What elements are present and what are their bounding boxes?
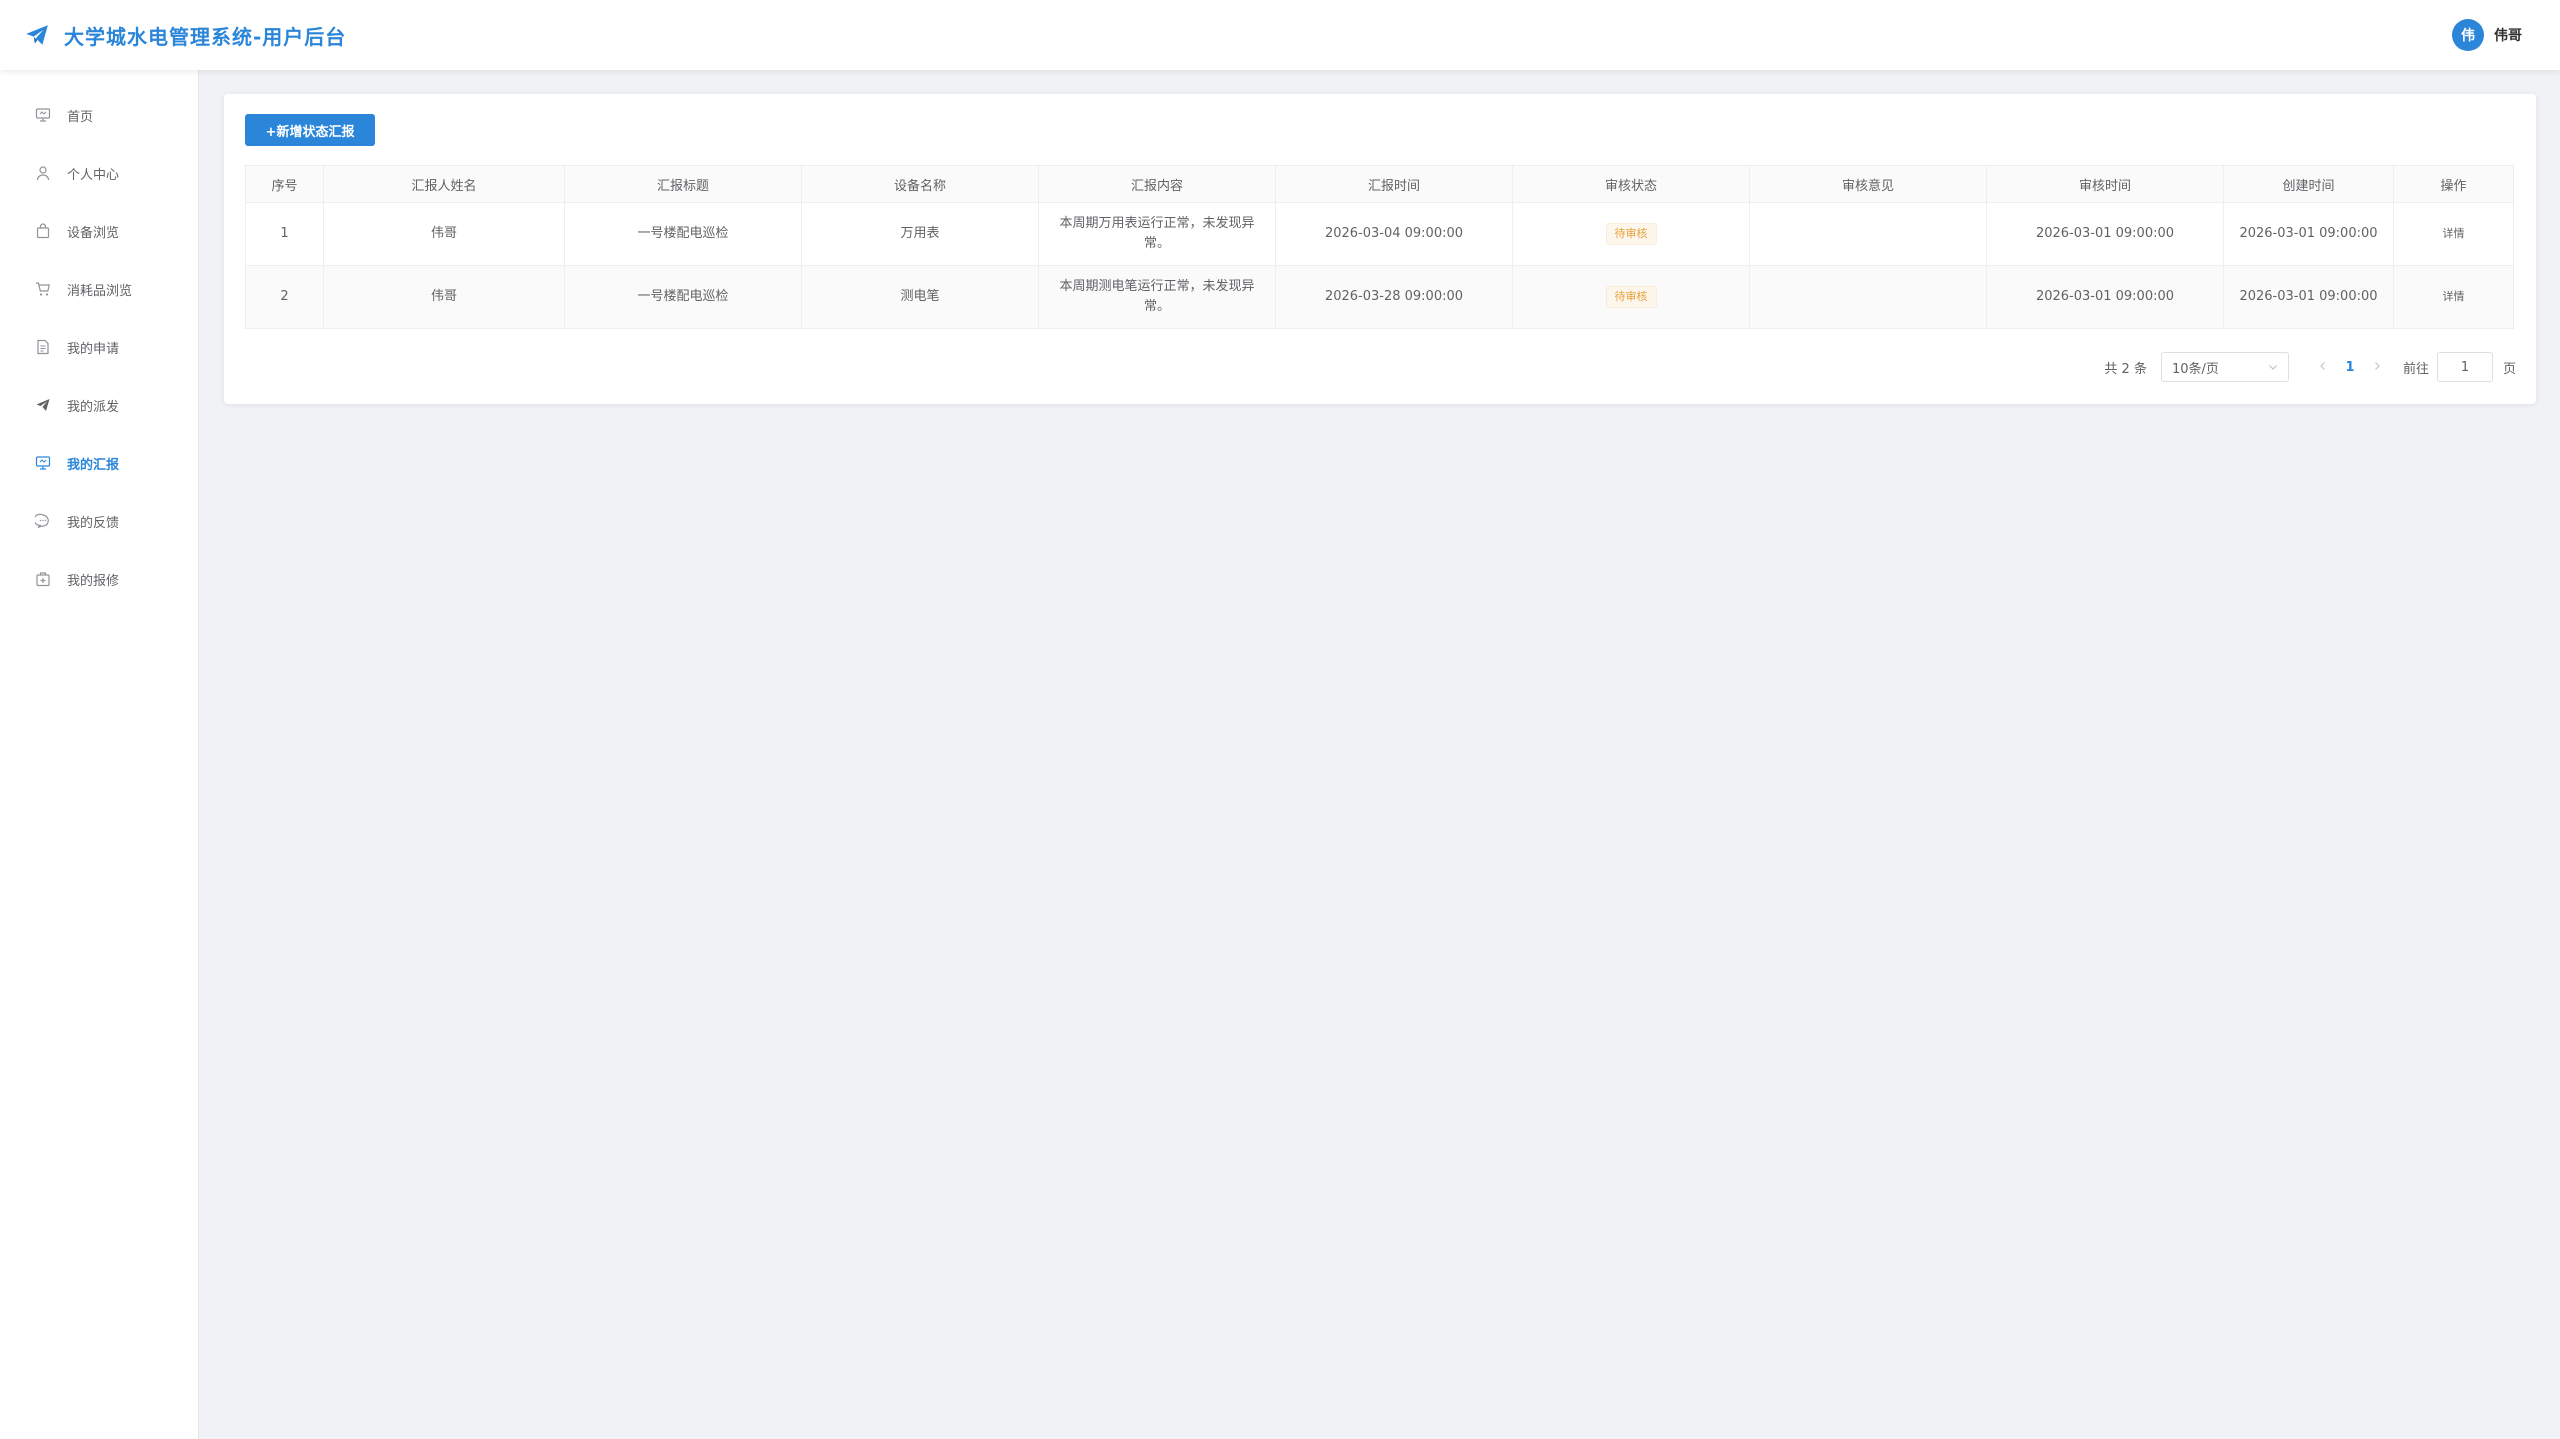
cell-content: 本周期万用表运行正常，未发现异常。: [1038, 202, 1276, 266]
cell-audit-time: 2026-03-01 09:00:00: [1986, 202, 2224, 266]
monitor-icon: [35, 108, 51, 122]
sidebar-item-reports[interactable]: 我的汇报: [0, 440, 199, 486]
cell-report-time: 2026-03-28 09:00:00: [1275, 265, 1513, 329]
page-number-current[interactable]: 1: [2335, 360, 2365, 375]
cell-title: 一号楼配电巡检: [564, 265, 802, 329]
report-table: 序号 汇报人姓名 汇报标题 设备名称 汇报内容 汇报时间 审核状态 审核意见 审…: [245, 165, 2514, 329]
col-header-content: 汇报内容: [1038, 165, 1276, 203]
user-name[interactable]: 伟哥: [2494, 25, 2522, 45]
col-header-status: 审核状态: [1512, 165, 1750, 203]
col-header-reporter: 汇报人姓名: [323, 165, 565, 203]
next-page-button[interactable]: [2365, 360, 2389, 374]
report-icon: [35, 456, 51, 470]
cell-status: 待审核: [1512, 265, 1750, 329]
status-badge: 待审核: [1605, 223, 1657, 245]
sidebar-item-consumables[interactable]: 消耗品浏览: [0, 266, 199, 312]
sidebar-item-dispatch[interactable]: 我的派发: [0, 382, 199, 428]
sidebar-item-feedback[interactable]: 我的反馈: [0, 498, 199, 544]
cell-created-time: 2026-03-01 09:00:00: [2223, 265, 2394, 329]
sidebar-item-label: 个人中心: [67, 168, 120, 183]
goto-page-input[interactable]: [2436, 352, 2493, 382]
col-header-device: 设备名称: [801, 165, 1039, 203]
pagination-total: 共 2 条: [2104, 361, 2147, 377]
col-header-opinion: 审核意见: [1749, 165, 1987, 203]
cell-index: 2: [245, 265, 324, 329]
table-row[interactable]: 2 伟哥 一号楼配电巡检 测电笔 本周期测电笔运行正常，未发现异常。 2026-…: [245, 265, 2514, 329]
cell-device: 万用表: [801, 202, 1039, 266]
goto-unit-label: 页: [2502, 361, 2516, 377]
sidebar-item-devices[interactable]: 设备浏览: [0, 208, 199, 254]
cell-content: 本周期测电笔运行正常，未发现异常。: [1038, 265, 1276, 329]
top-header: 大学城水电管理系统-用户后台 伟 伟哥: [0, 0, 2560, 70]
pagination: 共 2 条 10条/页 1 前往 页: [2104, 352, 2516, 382]
sidebar-item-label: 我的申请: [67, 342, 120, 357]
send-icon: [36, 399, 50, 411]
sidebar-item-label: 设备浏览: [67, 226, 120, 241]
sidebar: 首页 个人中心 设备浏览 消耗品浏览 我的申请 我的派发 我的汇报 我的反馈 我…: [0, 70, 199, 1439]
col-header-created-time: 创建时间: [2223, 165, 2394, 203]
cell-created-time: 2026-03-01 09:00:00: [2223, 202, 2394, 266]
col-header-index: 序号: [245, 165, 324, 203]
cell-report-time: 2026-03-04 09:00:00: [1275, 202, 1513, 266]
sidebar-item-profile[interactable]: 个人中心: [0, 150, 199, 196]
chat-icon: [35, 513, 49, 529]
cell-title: 一号楼配电巡检: [564, 202, 802, 266]
add-report-button[interactable]: +新增状态汇报: [245, 114, 375, 146]
sidebar-item-label: 我的派发: [67, 400, 120, 415]
cell-device: 测电笔: [801, 265, 1039, 329]
col-header-action: 操作: [2393, 165, 2514, 203]
app-title: 大学城水电管理系统-用户后台: [64, 25, 347, 49]
detail-link[interactable]: 详情: [2443, 227, 2465, 240]
col-header-report-time: 汇报时间: [1275, 165, 1513, 203]
goto-label: 前往: [2402, 361, 2429, 377]
cell-opinion: [1749, 202, 1987, 266]
table-row[interactable]: 1 伟哥 一号楼配电巡检 万用表 本周期万用表运行正常，未发现异常。 2026-…: [245, 202, 2514, 266]
chevron-left-icon: [2320, 362, 2325, 370]
sidebar-item-applications[interactable]: 我的申请: [0, 324, 199, 370]
sidebar-item-repairs[interactable]: 我的报修: [0, 556, 199, 602]
page-size-select[interactable]: 10条/页: [2160, 352, 2289, 382]
shopping-bag-icon: [36, 223, 50, 239]
page-size-value: 10条/页: [2171, 361, 2219, 377]
cell-status: 待审核: [1512, 202, 1750, 266]
cell-action: 详情: [2393, 202, 2514, 266]
sidebar-item-label: 我的汇报: [67, 458, 120, 473]
col-header-audit-time: 审核时间: [1986, 165, 2224, 203]
status-badge: 待审核: [1605, 286, 1657, 308]
cell-opinion: [1749, 265, 1987, 329]
paper-plane-icon: [26, 25, 48, 45]
sidebar-item-home[interactable]: 首页: [0, 92, 199, 138]
sidebar-item-label: 我的报修: [67, 574, 120, 589]
report-list-card: +新增状态汇报 序号 汇报人姓名 汇报标题 设备名称 汇报内容 汇报时间 审核状…: [224, 94, 2536, 404]
repair-box-icon: [36, 572, 50, 587]
detail-link[interactable]: 详情: [2443, 290, 2465, 303]
avatar[interactable]: 伟: [2452, 19, 2484, 51]
cart-icon: [36, 282, 51, 296]
cell-action: 详情: [2393, 265, 2514, 329]
sidebar-item-label: 消耗品浏览: [67, 284, 133, 299]
sidebar-item-label: 首页: [67, 110, 94, 125]
sidebar-item-label: 我的反馈: [67, 516, 120, 531]
cell-reporter: 伟哥: [323, 265, 565, 329]
user-icon: [36, 166, 50, 181]
chevron-down-icon: [2269, 365, 2277, 370]
col-header-title: 汇报标题: [564, 165, 802, 203]
cell-index: 1: [245, 202, 324, 266]
cell-reporter: 伟哥: [323, 202, 565, 266]
prev-page-button[interactable]: [2311, 360, 2335, 374]
cell-audit-time: 2026-03-01 09:00:00: [1986, 265, 2224, 329]
table-header-row: 序号 汇报人姓名 汇报标题 设备名称 汇报内容 汇报时间 审核状态 审核意见 审…: [245, 165, 2514, 203]
chevron-right-icon: [2375, 362, 2380, 370]
document-icon: [37, 339, 49, 355]
user-menu[interactable]: 伟 伟哥: [2452, 19, 2522, 51]
